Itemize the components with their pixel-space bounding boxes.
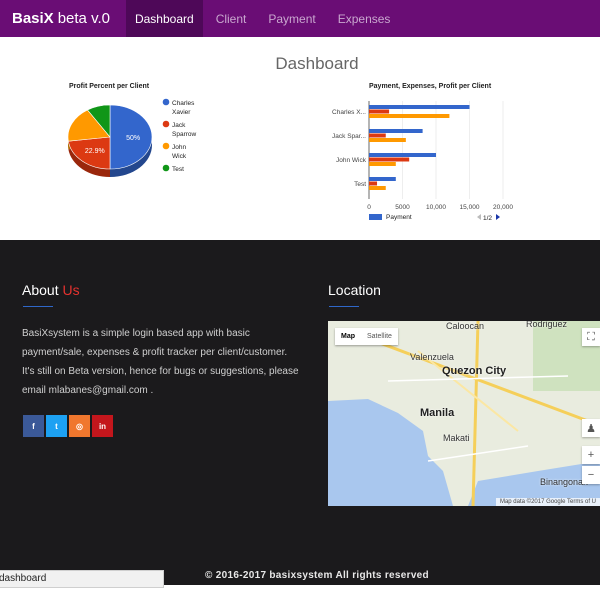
about-title: About Us (22, 282, 80, 298)
linkedin-icon[interactable]: in (92, 415, 113, 437)
legend-swatch (162, 98, 170, 106)
info-section: About Us BasiXsystem is a simple login b… (0, 240, 600, 585)
location-underline (329, 306, 359, 307)
instagram-icon[interactable]: ◎ (69, 415, 90, 437)
legend-swatch (162, 120, 170, 128)
map-tab-map[interactable]: Map (335, 328, 361, 345)
y-tick-label: Jack Spar... (332, 133, 366, 140)
x-tick-label: 0 (367, 204, 371, 211)
legend-swatch (162, 142, 170, 150)
nav-expenses[interactable]: Expenses (329, 0, 400, 37)
status-bar: dashboard (0, 570, 164, 588)
map-label: Valenzuela (410, 352, 454, 362)
location-title: Location (328, 282, 381, 298)
top-navbar: BasiX beta v.0 Dashboard Client Payment … (0, 0, 600, 37)
nav-payment[interactable]: Payment (259, 0, 324, 37)
brand-bold: BasiX (12, 10, 54, 27)
facebook-icon[interactable]: f (23, 415, 44, 437)
brand-logo[interactable]: BasiX beta v.0 (0, 0, 122, 37)
about-line: email mlabanes@gmail.com . (22, 385, 154, 396)
x-tick-label: 20,000 (493, 204, 513, 211)
bar[interactable] (369, 157, 410, 162)
bar-chart: 0 5000 10,000 15,000 20,000 Charles X... Jack … (332, 101, 513, 222)
about-underline (23, 306, 53, 307)
map-label: Manila (420, 407, 455, 419)
bar[interactable] (369, 129, 423, 133)
y-tick-label: Test (354, 181, 366, 188)
pie-chart: 50% 22.9% Charles Xavier Jack Sparrow John Wick… (67, 98, 197, 177)
zoom-in-button[interactable]: + (582, 446, 600, 464)
map-type-control: Map Satellite (335, 328, 398, 345)
map-label: Quezon City (442, 365, 507, 377)
legend-label: John (172, 144, 186, 151)
legend-label: Sparrow (172, 131, 197, 138)
pie-slice-label: 50% (126, 135, 140, 142)
nav-dashboard[interactable]: Dashboard (125, 0, 203, 37)
about-text: BasiXsystem is a simple login based app … (22, 324, 312, 400)
fullscreen-icon[interactable]: ⛶ (582, 328, 600, 346)
legend-label: Jack (172, 122, 186, 129)
bar[interactable] (369, 114, 450, 118)
legend-label: Test (172, 166, 184, 173)
bar[interactable] (369, 153, 436, 157)
about-line: BasiXsystem is a simple login based app … (22, 328, 250, 339)
bar[interactable] (369, 186, 386, 190)
street-view-pegman-icon[interactable]: ♟ (582, 419, 600, 437)
google-map[interactable]: Map Satellite Caloocan Rodriguez Valenzu… (328, 321, 600, 506)
legend-page: 1/2 (483, 215, 492, 222)
pie-slice-label: 22.9% (85, 148, 105, 155)
x-tick-label: 10,000 (426, 204, 446, 211)
legend-label: Wick (172, 153, 187, 160)
legend-swatch (369, 214, 382, 220)
pie-chart-title: Profit Percent per Client (69, 83, 150, 90)
y-tick-label: John Wick (336, 157, 367, 164)
brand-version: beta v.0 (57, 10, 110, 27)
bar[interactable] (369, 162, 396, 166)
x-tick-label: 5000 (395, 204, 410, 211)
legend-swatch (162, 164, 170, 172)
about-line: payment/sale, expenses & profit tracker … (22, 347, 288, 358)
bar-chart-title: Payment, Expenses, Profit per Client (369, 83, 492, 90)
nav-client[interactable]: Client (207, 0, 256, 37)
map-tab-satellite[interactable]: Satellite (361, 328, 398, 345)
legend-prev-icon[interactable] (477, 214, 481, 220)
zoom-out-button[interactable]: − (582, 466, 600, 484)
map-label: Makati (443, 433, 470, 443)
bar[interactable] (369, 133, 386, 138)
y-tick-label: Charles X... (332, 109, 366, 116)
bar[interactable] (369, 181, 378, 186)
map-credit: Map data ©2017 Google Terms of U (495, 498, 600, 506)
twitter-icon[interactable]: t (46, 415, 67, 437)
bar[interactable] (369, 138, 406, 142)
page-title: Dashboard (275, 54, 359, 73)
about-line: It's still on Beta version, hence for bu… (22, 366, 299, 377)
map-label: Caloocan (446, 321, 485, 331)
map-label: Binangonan (540, 477, 589, 487)
legend-label: Payment (386, 214, 412, 221)
bar[interactable] (369, 177, 396, 181)
legend-label: Xavier (172, 109, 191, 116)
legend-label: Charles (172, 100, 195, 107)
legend-next-icon[interactable] (496, 214, 500, 220)
bar[interactable] (369, 105, 470, 109)
map-label: Rodriguez (526, 321, 568, 329)
x-tick-label: 15,000 (460, 204, 480, 211)
bar[interactable] (369, 109, 390, 114)
